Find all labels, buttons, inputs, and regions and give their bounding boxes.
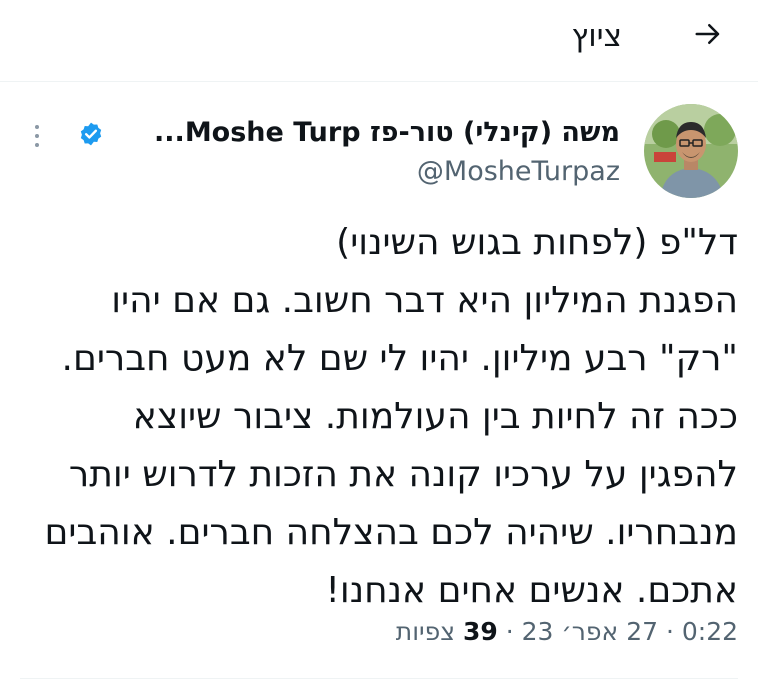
tweet-text-line: דל"פ (לפחות בגוש השינוי) (336, 222, 738, 263)
tweet-date[interactable]: 27 אפר׳ 23 (522, 617, 658, 646)
page-title: ציוץ (571, 18, 623, 54)
more-vertical-icon (35, 125, 39, 129)
views-label: צפיות (395, 617, 456, 646)
tweet-text-line: "רק" רבע מיליון. יהיו לי שם לא מעט חברים… (61, 338, 739, 379)
back-button[interactable] (688, 14, 728, 54)
tweet-text-line: אתכם. אנשים אחים אנחנו! (325, 570, 738, 611)
verified-badge-icon[interactable] (78, 121, 104, 147)
tweet-meta: 0:22 · 27 אפר׳ 23 · 39 צפיות (396, 617, 738, 646)
tweet-time[interactable]: 0:22 (682, 617, 738, 646)
tweet-text-line: ככה זה לחיות בין העולמות. ציבור שיוצא (132, 396, 738, 437)
divider (20, 678, 738, 679)
views-count[interactable]: 39 (463, 617, 498, 646)
arrow-right-icon (695, 24, 720, 44)
meta-separator: · (497, 617, 514, 646)
author-handle[interactable]: @MosheTurpaz (417, 156, 620, 187)
meta-separator: · (658, 617, 674, 646)
more-options-button[interactable] (20, 116, 54, 156)
top-bar: ציוץ (0, 0, 758, 82)
tweet-text-line: מנבחריו. שיהיה לכם בהצלחה חברים. אוהבים (44, 512, 738, 553)
avatar[interactable] (644, 104, 738, 198)
author-name[interactable]: משה (קינלי) טור-פז Moshe Turp... (154, 117, 620, 148)
tweet-text: דל"פ (לפחות בגוש השינוי) הפגנת המיליון ה… (18, 214, 738, 620)
tweet-text-line: הפגנת המיליון היא דבר חשוב. גם אם יהיו (111, 280, 738, 321)
tweet-text-line: להפגין על ערכיו קונה את הזכות לדרוש יותר (68, 454, 738, 495)
